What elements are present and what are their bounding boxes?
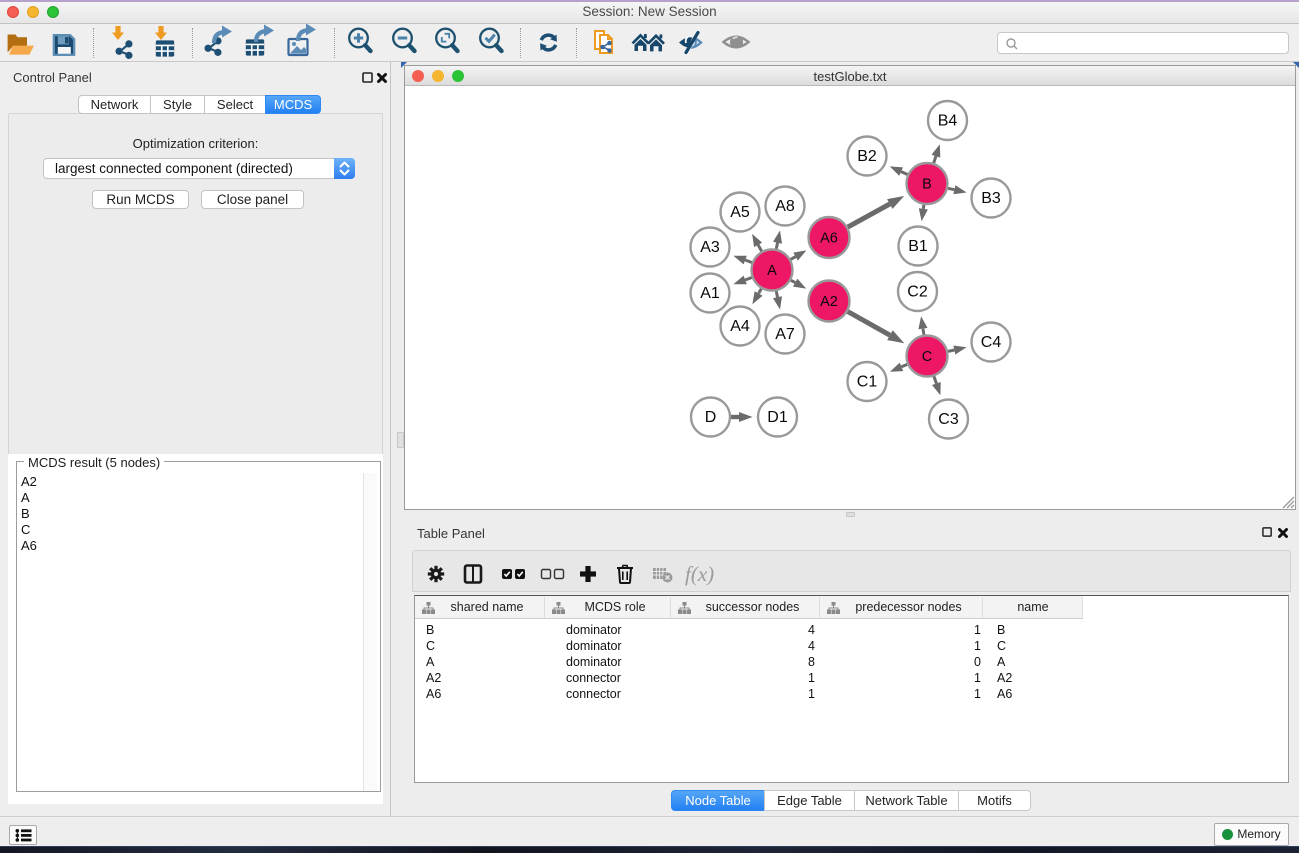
svg-text:f(x): f(x) [685, 562, 714, 586]
